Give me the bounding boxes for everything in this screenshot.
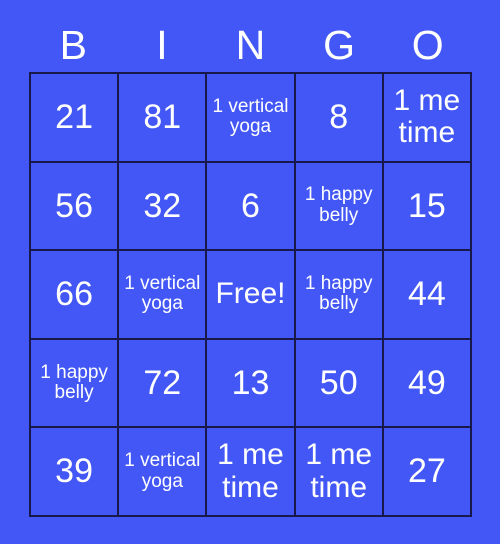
bingo-header-letter-b: B (59, 21, 87, 68)
bingo-cell[interactable]: 1 me time (295, 428, 384, 517)
bingo-cell[interactable]: 1 vertical yoga (119, 428, 208, 517)
bingo-cell-label: 1 happy belly (304, 184, 373, 226)
bingo-cell-label: 27 (407, 452, 446, 491)
bingo-cell-label: 56 (55, 186, 93, 225)
bingo-cell[interactable]: 1 me time (383, 74, 472, 163)
bingo-cell[interactable]: Free! (207, 251, 296, 340)
bingo-header-letter-i: I (156, 21, 168, 68)
bingo-cell[interactable]: 50 (295, 339, 384, 429)
bingo-cell[interactable]: 44 (383, 251, 472, 340)
bingo-cell[interactable]: 1 vertical yoga (119, 251, 208, 340)
bingo-cell-label: 8 (329, 97, 349, 136)
bingo-cell-label: 1 me time (305, 438, 373, 504)
bingo-cell-label: 81 (143, 97, 182, 136)
bingo-cell-label: 49 (407, 363, 446, 402)
bingo-cell-label: 32 (143, 186, 182, 225)
bingo-cell[interactable]: 39 (31, 428, 120, 517)
bingo-cell-label: 21 (55, 97, 93, 136)
bingo-cell-label: 1 happy belly (304, 272, 373, 315)
bingo-header-letter-n: N (235, 21, 266, 68)
bingo-cell[interactable]: 13 (207, 339, 296, 429)
bingo-grid: 21 81 1 vertical yoga 8 1 me time 56 32 6 1 happ… (29, 72, 472, 517)
bingo-card: B I N G O 21 81 1 vertical yoga 8 1 me time 5… (0, 0, 500, 544)
bingo-cell-label: 72 (143, 363, 182, 402)
bingo-cell[interactable]: 1 happy belly (295, 251, 384, 340)
bingo-cell-label: 1 vertical yoga (212, 95, 289, 138)
bingo-cell[interactable]: 15 (383, 162, 472, 252)
bingo-cell[interactable]: 27 (383, 428, 472, 517)
bingo-cell[interactable]: 72 (119, 339, 208, 429)
bingo-cell-label: 50 (319, 363, 358, 402)
bingo-cell[interactable]: 66 (31, 251, 120, 340)
bingo-header: B I N G O (29, 18, 472, 72)
bingo-cell[interactable]: 1 vertical yoga (207, 74, 296, 163)
bingo-cell-label: Free! (215, 277, 286, 311)
bingo-cell-label: 1 happy belly (40, 361, 108, 404)
bingo-cell-label: 15 (407, 186, 446, 225)
bingo-cell[interactable]: 6 (207, 162, 296, 252)
bingo-header-letter-g: G (323, 21, 356, 68)
bingo-cell-label: 39 (55, 452, 93, 491)
bingo-cell-label: 6 (241, 186, 260, 225)
bingo-cell-label: 44 (407, 275, 446, 314)
bingo-cell-label: 66 (55, 275, 93, 314)
bingo-cell[interactable]: 1 happy belly (31, 339, 120, 429)
bingo-cell[interactable]: 1 happy belly (295, 162, 384, 252)
bingo-header-letter-o: O (411, 21, 444, 68)
bingo-cell-label: 1 vertical yoga (124, 450, 201, 492)
bingo-cell[interactable]: 56 (31, 162, 120, 252)
bingo-cell[interactable]: 32 (119, 162, 208, 252)
bingo-cell[interactable]: 81 (119, 74, 208, 163)
bingo-cell-label: 1 me time (393, 83, 461, 150)
bingo-cell-label: 1 vertical yoga (124, 272, 201, 315)
bingo-cell-label: 1 me time (217, 438, 284, 504)
bingo-cell[interactable]: 21 (31, 74, 120, 163)
bingo-cell[interactable]: 49 (383, 339, 472, 429)
bingo-cell-label: 13 (231, 363, 270, 402)
bingo-cell[interactable]: 1 me time (207, 428, 296, 517)
bingo-cell[interactable]: 8 (295, 74, 384, 163)
